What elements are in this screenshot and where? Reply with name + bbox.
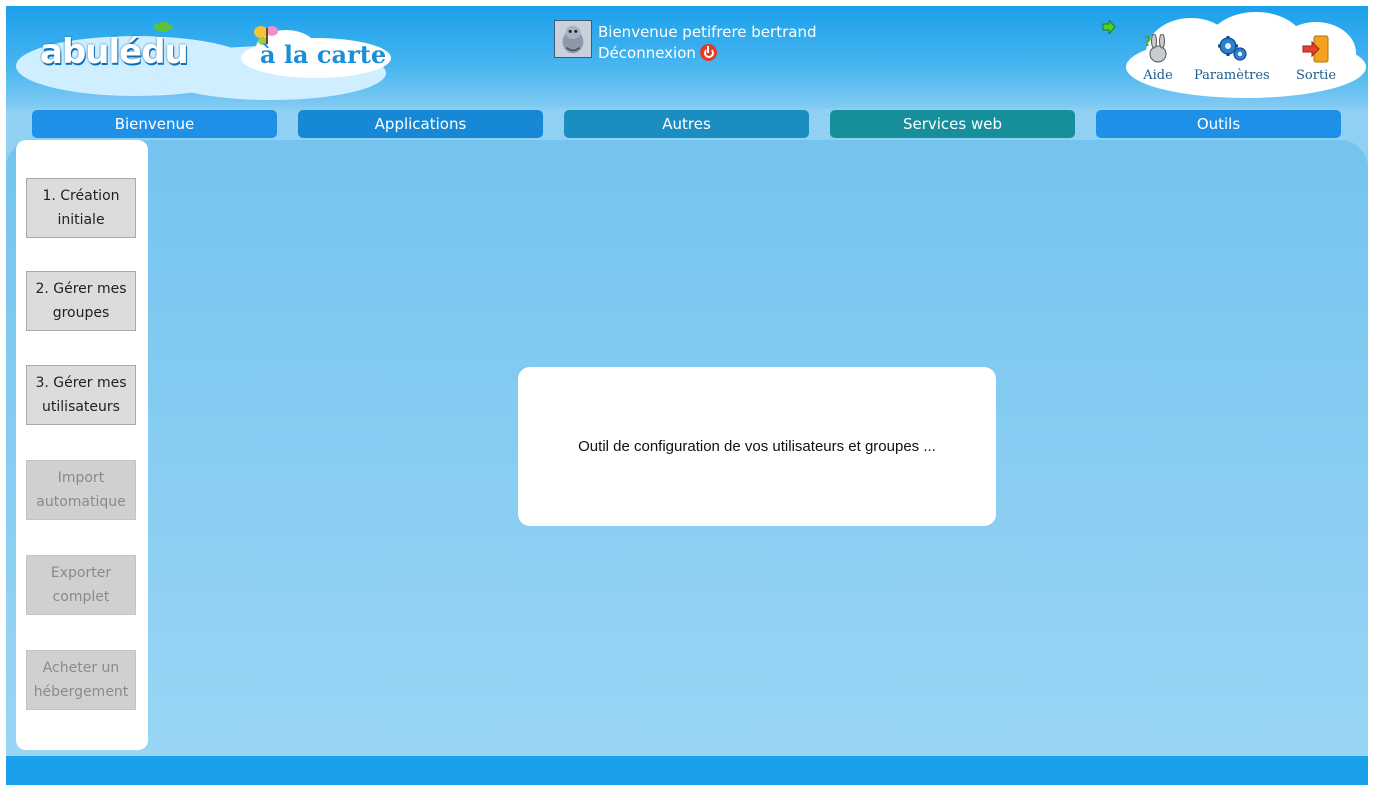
main-nav: Bienvenue Applications Autres Services w… [6,110,1368,140]
sidebar-item-label: hébergement [33,684,129,700]
svg-text:?: ? [1144,35,1152,50]
sidebar-item-label: 2. Gérer mes [35,281,127,297]
logo[interactable]: abulédu à la carte [26,16,406,86]
settings-button[interactable]: Paramètres [1194,34,1270,83]
sidebar-item-label: 3. Gérer mes [35,375,127,391]
exit-door-icon [1302,35,1329,63]
sidebar-item-gerer-groupes[interactable]: 2. Gérer mes groupes [26,271,136,331]
sidebar-item-label: complet [52,589,110,605]
sidebar-item-creation-initiale[interactable]: 1. Création initiale [26,178,136,238]
sidebar-item-import-automatique[interactable]: Import automatique [26,460,136,520]
tab-autres[interactable]: Autres [564,110,809,138]
settings-label: Paramètres [1194,68,1270,83]
exit-button[interactable]: Sortie [1296,34,1336,83]
sidebar-item-label: groupes [52,305,110,321]
sidebar-item-exporter-complet[interactable]: Exporter complet [26,555,136,615]
logo-product: à la carte [260,40,387,69]
content-area: 1. Création initiale 2. Gérer mes groupe… [6,140,1368,756]
help-rabbit-icon: ? [1144,34,1167,63]
help-button[interactable]: ? Aide [1142,34,1174,83]
tab-bienvenue[interactable]: Bienvenue [32,110,277,138]
tab-services-web[interactable]: Services web [830,110,1075,138]
sidebar-item-label: utilisateurs [42,399,120,415]
tab-outils[interactable]: Outils [1096,110,1341,138]
sidebar-item-label: automatique [36,494,126,510]
logout-label[interactable]: Déconnexion [598,44,696,62]
sidebar-item-label: Import [57,470,105,486]
sidebar-item-label: 1. Création [42,188,120,204]
app-window: abulédu à la carte Bienvenue petifrere b [6,6,1368,785]
message-box: Outil de configuration de vos utilisateu… [518,367,996,526]
message-text: Outil de configuration de vos utilisateu… [578,438,936,455]
logout-link[interactable]: Déconnexion [598,44,717,62]
sidebar-item-gerer-utilisateurs[interactable]: 3. Gérer mes utilisateurs [26,365,136,425]
sidebar: 1. Création initiale 2. Gérer mes groupe… [16,140,148,750]
sidebar-item-acheter-hebergement[interactable]: Acheter un hébergement [26,650,136,710]
sidebar-item-label: initiale [57,212,105,228]
header: abulédu à la carte Bienvenue petifrere b [6,6,1368,106]
tab-applications[interactable]: Applications [298,110,543,138]
logo-brand: abulédu [40,32,189,72]
exit-label: Sortie [1296,68,1337,83]
gears-icon [1217,36,1247,61]
welcome-text: Bienvenue petifrere bertrand [598,23,817,41]
sidebar-item-label: Exporter [50,565,112,581]
avatar [554,20,592,58]
footer-bar [6,756,1368,785]
power-icon[interactable] [699,44,717,61]
help-label: Aide [1143,68,1173,83]
sidebar-item-label: Acheter un [42,660,120,676]
tools-cloud: ? Aide Paramètres Sortie [1106,10,1368,106]
